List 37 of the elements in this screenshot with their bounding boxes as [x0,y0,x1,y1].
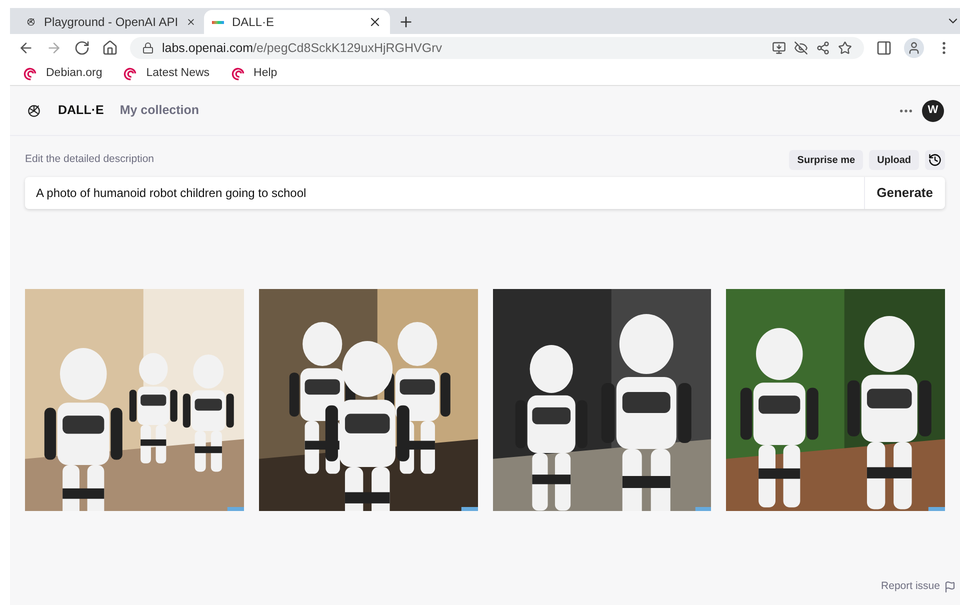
bookmark-link[interactable]: Debian.org [46,64,102,82]
swirl-icon [230,66,246,82]
bookmark-link[interactable]: Latest News [146,64,210,82]
logo-icon [26,102,42,118]
tab-title: Playground - OpenAI API [44,14,178,31]
url-text: labs.openai.com/e/pegCd8SckK129uxHjRGHVGrv [162,40,442,57]
star-icon[interactable] [838,41,852,55]
swirl-icon [122,66,138,82]
bookmark-link[interactable]: Help [254,64,278,82]
nav-link[interactable]: My collection [120,101,200,120]
new-tab-icon[interactable] [398,14,414,30]
browser-tab[interactable]: DALL·E [204,10,390,34]
history-button[interactable] [925,150,945,170]
generate-button[interactable]: Generate [864,177,945,209]
home-icon[interactable] [102,40,118,56]
prompt-label: Edit the detailed description [25,152,154,168]
user-avatar[interactable]: W [922,100,944,122]
action-button[interactable]: Upload [869,150,919,170]
install-icon[interactable] [772,41,786,55]
eye-off-icon[interactable] [794,41,808,55]
address-bar[interactable]: labs.openai.com/e/pegCd8SckK129uxHjRGHVGrv [130,37,864,59]
back-icon[interactable] [18,40,34,56]
prompt-field[interactable]: A photo of humanoid robot children going to school Generate [25,177,945,209]
tab-title: DALL·E [232,14,276,31]
action-button[interactable]: Surprise me [789,150,864,170]
flag-icon[interactable] [944,581,956,594]
rainbow-icon [212,20,224,24]
report-link[interactable]: Report issue [881,579,940,595]
share-icon[interactable] [816,41,830,55]
profile-icon[interactable] [904,38,924,58]
lock-icon [142,42,154,54]
brand-title[interactable]: DALL·E [58,101,104,120]
swirl-icon [22,66,38,82]
close-icon[interactable] [368,15,382,29]
browser-tab[interactable]: Playground - OpenAI API [18,10,204,34]
reload-icon[interactable] [74,40,90,56]
side-panel-icon[interactable] [876,40,892,56]
